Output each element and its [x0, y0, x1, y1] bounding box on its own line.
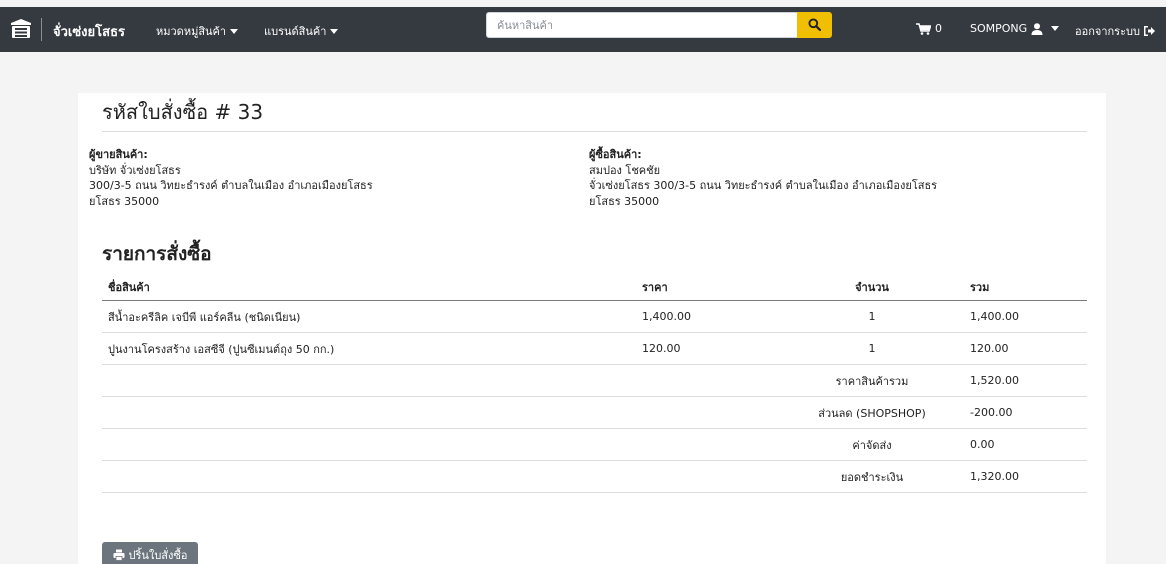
brand-divider [41, 18, 42, 41]
summary-value: 0.00 [970, 438, 995, 451]
summary-value: 1,520.00 [970, 374, 1019, 387]
column-header-name: ชื่อสินค้า [108, 280, 150, 294]
seller-info: ผู้ขายสินค้า: บริษัท จั่วเซ่งยโสธร 300/3… [89, 147, 373, 209]
brands-label: แบรนด์สินค้า [264, 25, 327, 38]
buyer-info: ผู้ซื้อสินค้า: สมปอง โชคชัย จั่วเซ่งยโสธ… [589, 147, 937, 209]
buyer-province: ยโสธร 35000 [589, 194, 660, 208]
column-header-qty: จำนวน [855, 280, 889, 294]
buyer-address: จั่วเซ่งยโสธร 300/3-5 ถนน วิทยะธำรงค์ ตำ… [589, 179, 938, 192]
summary-label: ส่วนลด (SHOPSHOP) [818, 406, 926, 420]
seller-label: ผู้ขายสินค้า: [89, 148, 148, 161]
brand-name[interactable]: จั่วเซ่งยโสธร [53, 21, 125, 42]
user-menu-dropdown[interactable]: SOMPONG [970, 22, 1060, 35]
search-button[interactable] [797, 12, 832, 38]
logout-link[interactable]: ออกจากระบบ [1075, 22, 1155, 40]
brands-dropdown[interactable]: แบรนด์สินค้า [264, 22, 339, 40]
chevron-down-icon [330, 28, 339, 34]
items-heading: รายการสั่งซื้อ [102, 243, 212, 265]
column-header-price: ราคา [642, 280, 668, 294]
cart-count: 0 [935, 22, 942, 35]
chevron-down-icon [1051, 26, 1060, 31]
item-price: 1,400.00 [642, 310, 691, 323]
item-qty: 1 [868, 310, 876, 323]
top-navbar: จั่วเซ่งยโสธร หมวดหมู่สินค้า แบรนด์สินค้… [0, 7, 1166, 52]
logout-label: ออกจากระบบ [1075, 25, 1140, 38]
seller-province: ยโสธร 35000 [89, 194, 160, 208]
buyer-label: ผู้ซื้อสินค้า: [589, 148, 642, 161]
cart-button[interactable]: 0 [916, 22, 942, 35]
username: SOMPONG [970, 22, 1028, 35]
print-icon [113, 549, 125, 561]
item-total: 1,400.00 [970, 310, 1019, 323]
buyer-name: สมปอง โชคชัย [589, 163, 661, 177]
warehouse-logo-icon[interactable] [10, 18, 32, 40]
page-title: รหัสใบสั่งซื้อ # 33 [102, 100, 264, 124]
title-divider [102, 131, 1087, 132]
seller-address: 300/3-5 ถนน วิทยะธำรงค์ ตำบลในเมือง อำเภ… [89, 179, 373, 192]
search-box [486, 12, 800, 38]
item-qty: 1 [868, 342, 876, 355]
summary-label: ยอดชำระเงิน [840, 470, 904, 484]
summary-value: -200.00 [970, 406, 1013, 419]
table-row: ปูนงานโครงสร้าง เอสซีจี (ปูนซีเมนต์ถุง 5… [102, 333, 1087, 365]
categories-dropdown[interactable]: หมวดหมู่สินค้า [156, 22, 239, 40]
sign-out-icon [1143, 26, 1155, 36]
summary-label: ค่าจัดส่ง [852, 438, 892, 452]
print-order-button[interactable]: ปริ้นใบสั่งซื้อ [102, 542, 198, 564]
item-total: 120.00 [970, 342, 1009, 355]
summary-row-shipping: ค่าจัดส่ง 0.00 [102, 429, 1087, 461]
chevron-down-icon [230, 28, 239, 34]
print-label: ปริ้นใบสั่งซื้อ [128, 549, 188, 562]
categories-label: หมวดหมู่สินค้า [156, 25, 227, 38]
search-icon [808, 18, 821, 31]
cart-icon [916, 22, 931, 35]
item-price: 120.00 [642, 342, 681, 355]
summary-row-discount: ส่วนลด (SHOPSHOP) -200.00 [102, 397, 1087, 429]
table-header-row: ชื่อสินค้า ราคา จำนวน รวม [102, 273, 1087, 301]
summary-label: ราคาสินค้ารวม [835, 374, 909, 388]
item-name: ปูนงานโครงสร้าง เอสซีจี (ปูนซีเมนต์ถุง 5… [108, 342, 335, 356]
search-input[interactable] [487, 13, 799, 37]
summary-value: 1,320.00 [970, 470, 1019, 483]
user-icon [1031, 22, 1043, 35]
seller-name: บริษัท จั่วเซ่งยโสธร [89, 163, 181, 177]
item-name: สีน้ำอะครีลิค เจบีพี แอร์คลีน (ชนิดเนียน… [108, 310, 301, 324]
summary-row-grand-total: ยอดชำระเงิน 1,320.00 [102, 461, 1087, 493]
table-row: สีน้ำอะครีลิค เจบีพี แอร์คลีน (ชนิดเนียน… [102, 301, 1087, 333]
summary-row-subtotal: ราคาสินค้ารวม 1,520.00 [102, 365, 1087, 397]
column-header-total: รวม [970, 280, 990, 294]
